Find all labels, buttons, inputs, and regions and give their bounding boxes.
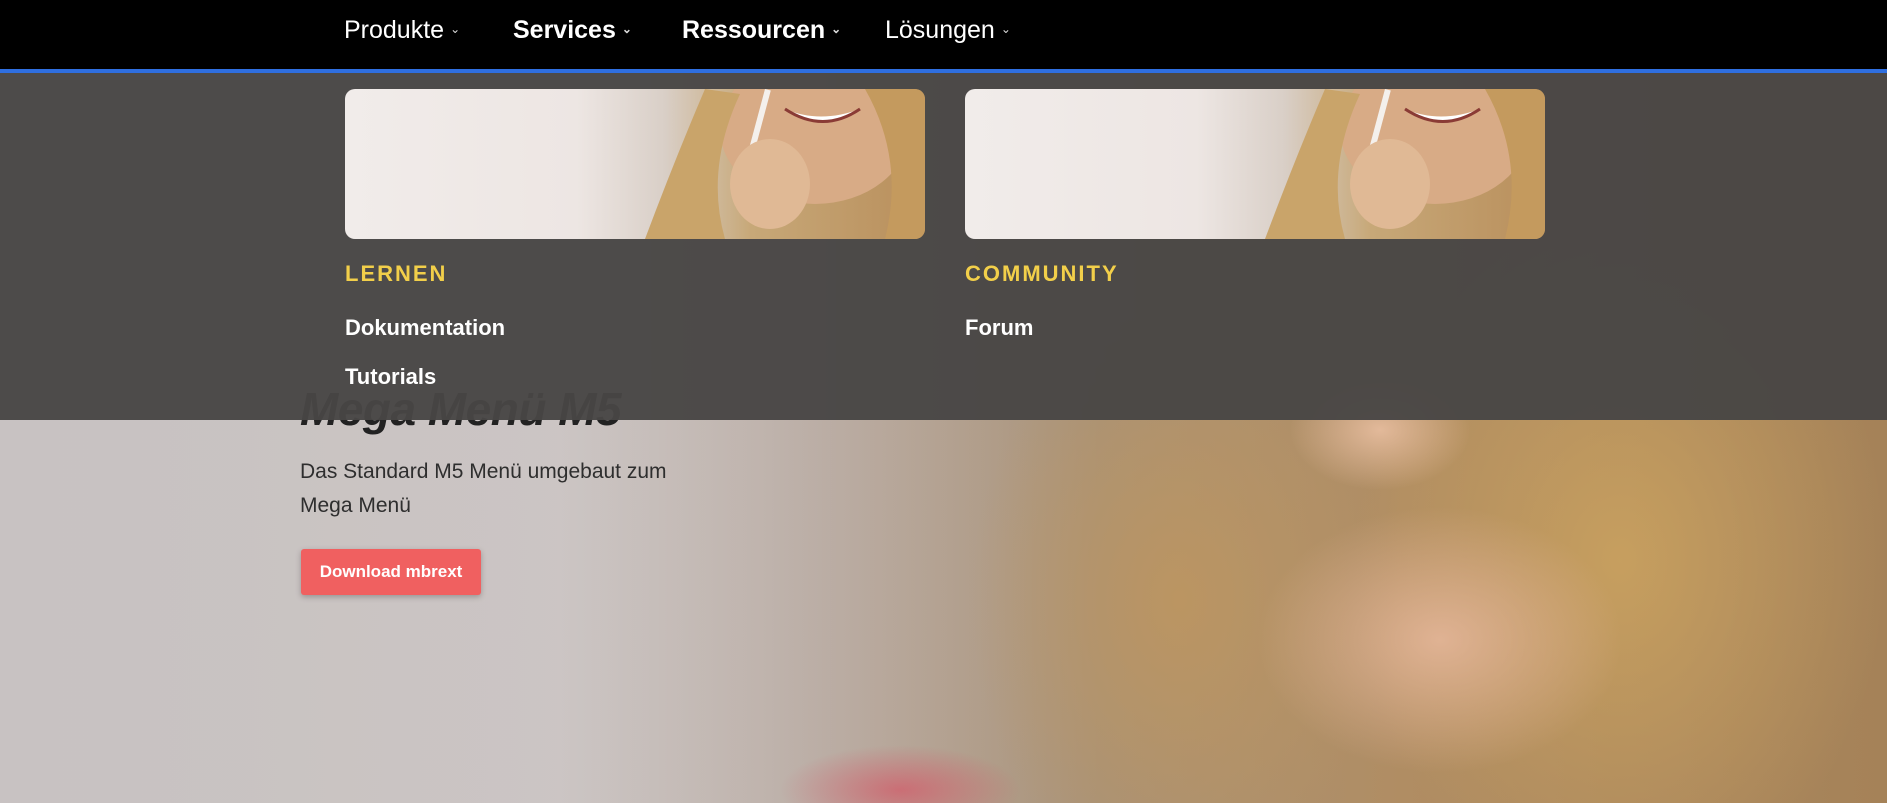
nav-item-ressourcen[interactable]: Ressourcen ⌄: [682, 16, 841, 45]
mega-menu-heading-lernen: LERNEN: [345, 261, 448, 286]
photo-icon: [1265, 89, 1545, 239]
mega-menu-heading-community: COMMUNITY: [965, 261, 1119, 286]
chevron-down-icon: ⌄: [450, 22, 461, 36]
mega-menu-card-image[interactable]: [965, 89, 1545, 239]
nav-item-label: Services: [513, 16, 616, 44]
chevron-down-icon: ⌄: [1000, 22, 1011, 36]
menu-link-tutorials[interactable]: Tutorials: [345, 364, 436, 390]
menu-link-forum[interactable]: Forum: [965, 315, 1033, 341]
chevron-down-icon: ⌄: [621, 22, 632, 36]
nav-item-label: Ressourcen: [682, 16, 826, 44]
mega-menu-card-image[interactable]: [345, 89, 925, 239]
mega-menu-panel: LERNEN Dokumentation Tutorials COMMUNITY…: [0, 73, 1887, 420]
nav-item-loesungen[interactable]: Lösungen ⌄: [885, 16, 1011, 45]
chevron-down-icon: ⌄: [831, 22, 842, 36]
photo-icon: [645, 89, 925, 239]
menu-link-dokumentation[interactable]: Dokumentation: [345, 315, 505, 341]
nav-item-services[interactable]: Services ⌄: [513, 16, 632, 45]
hero-description: Das Standard M5 Menü umgebaut zum Mega M…: [300, 460, 667, 517]
main-navbar: Produkte ⌄ Services ⌄ Ressourcen ⌄ Lösungen…: [0, 0, 1887, 73]
nav-item-produkte[interactable]: Produkte ⌄: [344, 16, 460, 45]
nav-item-label: Lösungen: [885, 16, 995, 44]
download-button[interactable]: Download mbrext: [301, 549, 481, 595]
nav-item-label: Produkte: [344, 16, 445, 44]
